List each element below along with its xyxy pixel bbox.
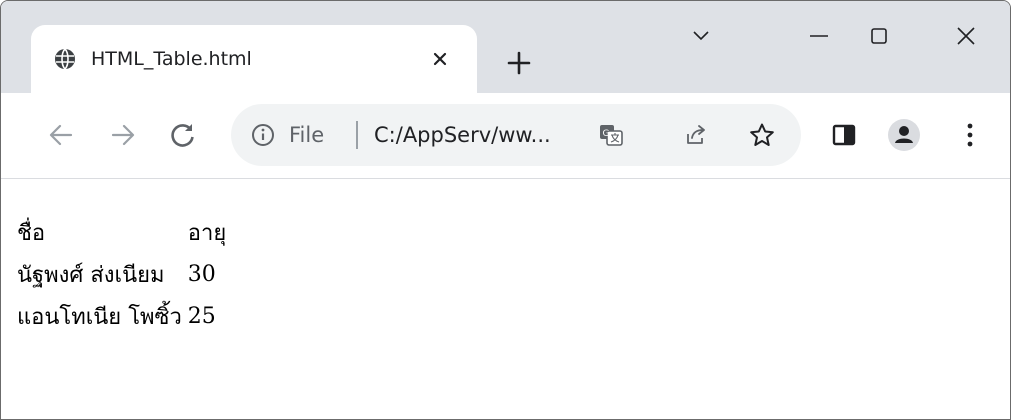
side-panel-icon[interactable]	[827, 118, 861, 152]
more-icon[interactable]	[953, 118, 987, 152]
chevron-down-icon	[693, 31, 709, 41]
tab-close-icon[interactable]	[425, 44, 455, 74]
divider	[356, 121, 358, 149]
tab-search-button[interactable]	[681, 19, 721, 53]
header-cell: ชื่อ	[17, 220, 46, 246]
maximize-icon	[871, 28, 887, 44]
browser-toolbar: File C:/AppServ/ww... G	[1, 93, 1010, 179]
table-row: แอนโทเนีย โพซิ้ว 25	[17, 295, 232, 337]
table-cell: นัฐพงศ์ ส่งเนียม	[17, 262, 165, 288]
plus-icon	[507, 51, 531, 75]
back-button[interactable]	[43, 117, 79, 153]
url-text[interactable]: C:/AppServ/ww...	[374, 121, 551, 149]
table-row: นัฐพงศ์ ส่งเนียม 30	[17, 253, 232, 295]
arrow-left-icon	[49, 124, 73, 146]
arrow-right-icon	[111, 124, 135, 146]
reload-button[interactable]	[165, 117, 201, 153]
tab-html-table[interactable]: HTML_Table.html	[31, 25, 477, 93]
header-cell: อายุ	[187, 220, 227, 246]
table-header-row: ชื่อ อายุ	[17, 211, 232, 253]
reload-icon	[171, 124, 194, 147]
star-icon[interactable]	[748, 121, 776, 149]
maximize-button[interactable]	[859, 19, 899, 53]
tab-title: HTML_Table.html	[91, 48, 252, 70]
forward-button[interactable]	[105, 117, 141, 153]
close-icon	[957, 27, 975, 45]
site-info-label[interactable]: File	[289, 121, 324, 149]
svg-text:G: G	[603, 129, 610, 139]
table-cell: แอนโทเนีย โพซิ้ว	[17, 304, 182, 330]
table-cell: 30	[187, 261, 216, 287]
table-cell: 25	[187, 303, 216, 329]
minimize-icon	[810, 35, 828, 37]
tab-strip: HTML_Table.html	[1, 1, 1010, 93]
translate-icon[interactable]: G	[597, 121, 625, 149]
data-table: ชื่อ อายุ นัฐพงศ์ ส่งเนียม 30 แอนโทเนีย …	[17, 211, 232, 337]
globe-icon	[53, 47, 77, 71]
new-tab-button[interactable]	[501, 45, 537, 81]
page-content: ชื่อ อายุ นัฐพงศ์ ส่งเนียม 30 แอนโทเนีย …	[1, 180, 1010, 419]
close-window-button[interactable]	[946, 19, 986, 53]
minimize-button[interactable]	[799, 19, 839, 53]
info-icon[interactable]	[251, 123, 275, 147]
browser-window: HTML_Table.html File C:/AppServ/ww... G …	[0, 0, 1011, 420]
address-bar[interactable]: File C:/AppServ/ww... G	[231, 104, 801, 166]
share-icon[interactable]	[682, 121, 710, 149]
profile-icon[interactable]	[887, 118, 921, 152]
